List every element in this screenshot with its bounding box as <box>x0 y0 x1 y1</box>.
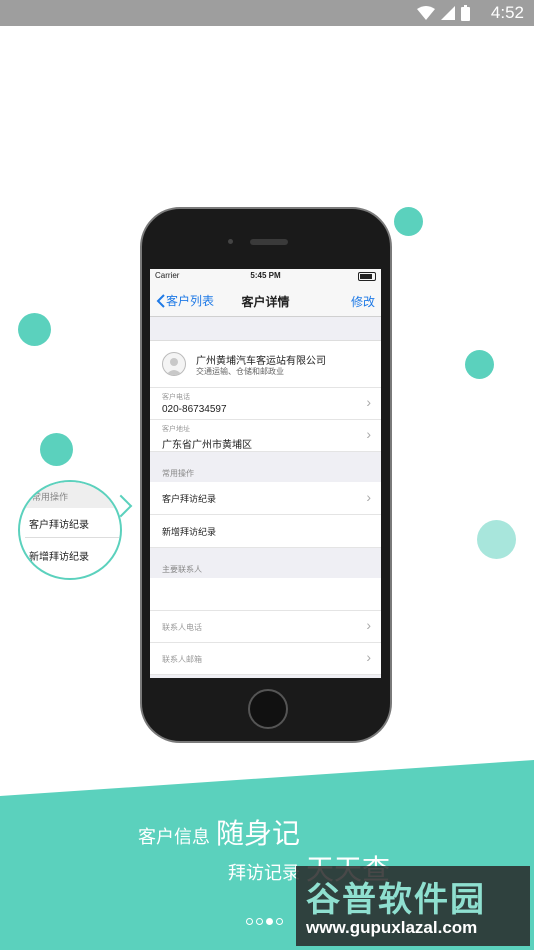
company-name: 广州黄埔汽车客运站有限公司 <box>196 356 326 367</box>
ios-status-bar: Carrier 5:45 PM <box>150 269 381 283</box>
phone-row[interactable]: 客户电话 020-86734597 › <box>150 388 381 420</box>
contact-phone-row[interactable]: 联系人电话 › <box>150 611 381 643</box>
contact-name-row[interactable] <box>150 578 381 611</box>
wifi-icon <box>417 6 435 20</box>
slogan-small: 拜访记录 <box>228 863 300 883</box>
edit-button[interactable]: 修改 <box>351 293 375 310</box>
section-header: 常用操作 <box>150 452 381 482</box>
row-label: 客户拜访纪录 <box>162 494 217 504</box>
section-header-label: 主要联系人 <box>162 565 202 574</box>
page-dot[interactable] <box>246 918 253 925</box>
ios-clock: 5:45 PM <box>250 271 281 280</box>
phone-screen: Carrier 5:45 PM 客户列表 客户详情 修改 广州黄埔汽车客运站有限… <box>150 269 381 678</box>
bubble-item: 客户拜访纪录 <box>29 520 89 531</box>
field-label: 客户电话 <box>162 394 190 401</box>
slogan-small: 客户信息 <box>138 827 210 847</box>
android-status-bar: 4:52 <box>0 0 534 26</box>
ios-battery-icon <box>358 272 376 281</box>
decorative-dot <box>18 313 51 346</box>
watermark: 谷普软件园 www.gupuxlazal.com <box>296 866 530 946</box>
company-card: 广州黄埔汽车客运站有限公司 交通运输、仓储和邮政业 <box>150 340 381 388</box>
field-value: 广东省广州市黄埔区 <box>162 440 252 451</box>
watermark-url: www.gupuxlazal.com <box>306 918 478 937</box>
phone-home-button <box>248 689 288 729</box>
bubble-header: 常用操作 <box>20 482 120 508</box>
slogan-line-1: 客户信息 随身记 <box>138 812 300 852</box>
divider <box>25 537 120 538</box>
section-header-label: 常用操作 <box>162 469 194 478</box>
chevron-right-icon: › <box>366 489 371 505</box>
decorative-dot <box>477 520 516 559</box>
decorative-dot <box>465 350 494 379</box>
bubble-item: 新增拜访纪录 <box>29 552 89 563</box>
contact-email-row[interactable]: 联系人邮箱 › <box>150 643 381 675</box>
row-label: 联系人电话 <box>162 623 202 632</box>
watermark-title: 谷普软件园 <box>306 881 486 919</box>
slogan-big: 随身记 <box>216 818 301 849</box>
nav-title: 客户详情 <box>241 295 290 309</box>
zoom-bubble: 常用操作 客户拜访纪录 新增拜访纪录 <box>18 480 122 580</box>
row-label: 新增拜访纪录 <box>162 527 217 537</box>
new-visit-row[interactable]: 新增拜访纪录 <box>150 515 381 548</box>
row-label: 联系人邮箱 <box>162 655 202 664</box>
status-icons <box>417 5 470 21</box>
field-value: 020-86734597 <box>162 404 227 415</box>
page-dot[interactable] <box>256 918 263 925</box>
ios-nav-bar: 客户列表 客户详情 修改 <box>150 283 381 317</box>
chevron-right-icon: › <box>366 394 371 410</box>
section-header: 主要联系人 <box>150 548 381 578</box>
avatar-icon <box>162 352 186 376</box>
decorative-dot <box>40 433 73 466</box>
android-clock: 4:52 <box>490 3 524 22</box>
chevron-right-icon: › <box>366 649 371 665</box>
bubble-header-label: 常用操作 <box>32 492 69 502</box>
chevron-right-icon: › <box>366 426 371 442</box>
company-industry: 交通运输、仓储和邮政业 <box>196 367 284 376</box>
field-label: 客户地址 <box>162 426 190 433</box>
phone-camera <box>228 239 233 244</box>
page-indicator <box>246 918 283 925</box>
visit-records-row[interactable]: 客户拜访纪录 › <box>150 482 381 515</box>
chevron-right-icon: › <box>366 617 371 633</box>
phone-speaker <box>250 239 288 245</box>
address-row[interactable]: 客户地址 广东省广州市黄埔区 › <box>150 420 381 452</box>
signal-icon <box>441 6 455 20</box>
battery-icon <box>461 5 470 21</box>
page-dot[interactable] <box>276 918 283 925</box>
page-dot-active[interactable] <box>266 918 273 925</box>
decorative-dot <box>394 207 423 236</box>
